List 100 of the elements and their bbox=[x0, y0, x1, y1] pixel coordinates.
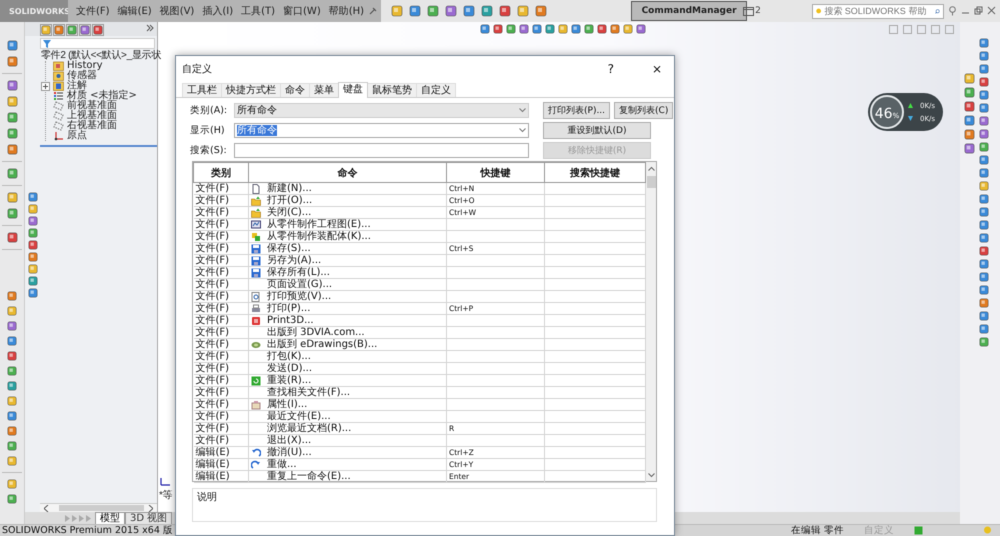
help-button[interactable]: ? bbox=[608, 62, 614, 76]
tool-icon[interactable] bbox=[427, 5, 440, 17]
view-tab[interactable]: 模型 bbox=[95, 512, 125, 524]
tool-icon[interactable] bbox=[53, 24, 65, 36]
tool-icon[interactable] bbox=[623, 24, 633, 34]
tool-icon[interactable] bbox=[979, 129, 989, 139]
tree-item[interactable]: 右视基准面 bbox=[67, 121, 117, 131]
chevron-down-icon[interactable] bbox=[519, 128, 526, 132]
search-icon[interactable] bbox=[935, 6, 940, 16]
tool-icon[interactable] bbox=[979, 168, 989, 178]
tool-icon[interactable] bbox=[506, 24, 516, 34]
dialog-tab[interactable]: 快捷方式栏 bbox=[221, 83, 281, 97]
tool-icon[interactable] bbox=[493, 24, 503, 34]
close-icon[interactable] bbox=[987, 6, 996, 15]
tool-icon[interactable] bbox=[584, 24, 594, 34]
tool-icon[interactable] bbox=[610, 24, 620, 34]
dialog-tab[interactable]: 自定义 bbox=[416, 83, 456, 97]
tool-icon[interactable] bbox=[535, 5, 548, 17]
menu-item[interactable]: 视图(V) bbox=[156, 4, 198, 18]
tool-icon[interactable] bbox=[7, 381, 17, 391]
dialog-tab[interactable]: 菜单 bbox=[309, 83, 339, 97]
tool-icon[interactable] bbox=[7, 441, 17, 451]
tool-icon[interactable] bbox=[558, 24, 568, 34]
tool-icon[interactable] bbox=[964, 129, 975, 140]
tool-icon[interactable] bbox=[979, 337, 989, 347]
tree-item[interactable]: 零件2 (默认<<默认>_显示状 bbox=[41, 51, 161, 61]
tool-icon[interactable] bbox=[979, 207, 989, 217]
tool-icon[interactable] bbox=[964, 101, 975, 112]
tool-icon[interactable] bbox=[979, 64, 989, 74]
tool-icon[interactable] bbox=[28, 276, 38, 286]
tool-icon[interactable] bbox=[7, 426, 17, 436]
tool-icon[interactable] bbox=[979, 77, 989, 87]
tool-icon[interactable] bbox=[964, 87, 975, 98]
tool-icon[interactable] bbox=[979, 103, 989, 113]
close-button[interactable]: × bbox=[652, 62, 662, 76]
tool-icon[interactable] bbox=[979, 194, 989, 204]
tool-icon[interactable] bbox=[6, 40, 18, 51]
tool-icon[interactable] bbox=[979, 51, 989, 61]
tool-icon[interactable] bbox=[40, 24, 52, 36]
chevron-icon[interactable] bbox=[146, 24, 154, 32]
tool-icon[interactable] bbox=[480, 24, 490, 34]
column-header[interactable]: 类别 bbox=[194, 162, 248, 182]
tool-icon[interactable] bbox=[979, 142, 989, 152]
search-field[interactable]: 搜索 SOLIDWORKS 帮助 bbox=[812, 4, 944, 18]
scroll-up-icon[interactable] bbox=[648, 166, 654, 171]
tool-icon[interactable] bbox=[7, 351, 17, 361]
tool-icon[interactable] bbox=[979, 272, 989, 282]
tree-item[interactable]: 上视基准面 bbox=[67, 111, 117, 121]
tool-icon[interactable] bbox=[979, 38, 989, 48]
tool-icon[interactable] bbox=[7, 336, 17, 346]
tool-icon[interactable] bbox=[979, 220, 989, 230]
tree-item[interactable]: 材质 <未指定> bbox=[67, 91, 137, 101]
dialog-button[interactable]: 重设到默认(D) bbox=[543, 122, 651, 138]
dialog-tab[interactable]: 键盘 bbox=[338, 82, 368, 98]
tool-icon[interactable] bbox=[7, 479, 17, 489]
tool-icon[interactable] bbox=[6, 144, 18, 155]
tool-icon[interactable] bbox=[979, 90, 989, 100]
tool-icon[interactable] bbox=[409, 5, 422, 17]
tool-icon[interactable] bbox=[979, 311, 989, 321]
tool-icon[interactable] bbox=[979, 298, 989, 308]
tool-icon[interactable] bbox=[964, 143, 975, 154]
menu-item[interactable]: 编辑(E) bbox=[114, 4, 156, 18]
chevron-down-icon[interactable] bbox=[519, 108, 526, 112]
view-tab[interactable]: 3D 视图 bbox=[125, 512, 172, 524]
tool-icon[interactable] bbox=[92, 24, 104, 36]
scroll-left-icon[interactable] bbox=[44, 504, 49, 512]
tree-item[interactable]: History bbox=[67, 61, 103, 71]
tool-icon[interactable] bbox=[463, 5, 476, 17]
column-header[interactable]: 命令 bbox=[248, 162, 446, 182]
tool-icon[interactable] bbox=[6, 56, 18, 67]
menu-item[interactable]: 文件(F) bbox=[72, 4, 114, 18]
restore-icon[interactable] bbox=[974, 6, 983, 15]
column-header[interactable]: 快捷键 bbox=[446, 162, 544, 182]
tool-icon[interactable] bbox=[481, 5, 494, 17]
menu-item[interactable]: 插入(I) bbox=[198, 4, 238, 18]
tool-icon[interactable] bbox=[6, 208, 18, 219]
tool-icon[interactable] bbox=[6, 96, 18, 107]
dialog-button[interactable]: 打印列表(P)... bbox=[543, 102, 610, 118]
tool-icon[interactable] bbox=[28, 240, 38, 250]
tool-icon[interactable] bbox=[28, 252, 38, 262]
tool-icon[interactable] bbox=[28, 264, 38, 274]
pin-icon[interactable] bbox=[368, 6, 378, 16]
tool-icon[interactable] bbox=[517, 5, 530, 17]
tool-icon[interactable] bbox=[66, 24, 78, 36]
dialog-tab[interactable]: 工具栏 bbox=[182, 83, 222, 97]
tree-item[interactable]: 原点 bbox=[67, 131, 87, 141]
tool-icon[interactable] bbox=[979, 259, 989, 269]
tool-icon[interactable] bbox=[6, 80, 18, 91]
tool-icon[interactable] bbox=[28, 216, 38, 226]
tree-item[interactable]: 前视基准面 bbox=[67, 101, 117, 111]
menu-item[interactable]: 工具(T) bbox=[237, 4, 280, 18]
menu-item[interactable]: 窗口(W) bbox=[279, 4, 325, 18]
tool-icon[interactable] bbox=[7, 306, 17, 316]
tool-icon[interactable] bbox=[28, 192, 38, 202]
expand-toggle[interactable] bbox=[41, 82, 50, 90]
tool-icon[interactable] bbox=[445, 5, 458, 17]
tree-item[interactable]: 注解 bbox=[67, 81, 87, 91]
tool-icon[interactable] bbox=[28, 288, 38, 298]
scroll-down-icon[interactable] bbox=[648, 473, 654, 478]
tool-icon[interactable] bbox=[964, 115, 975, 126]
